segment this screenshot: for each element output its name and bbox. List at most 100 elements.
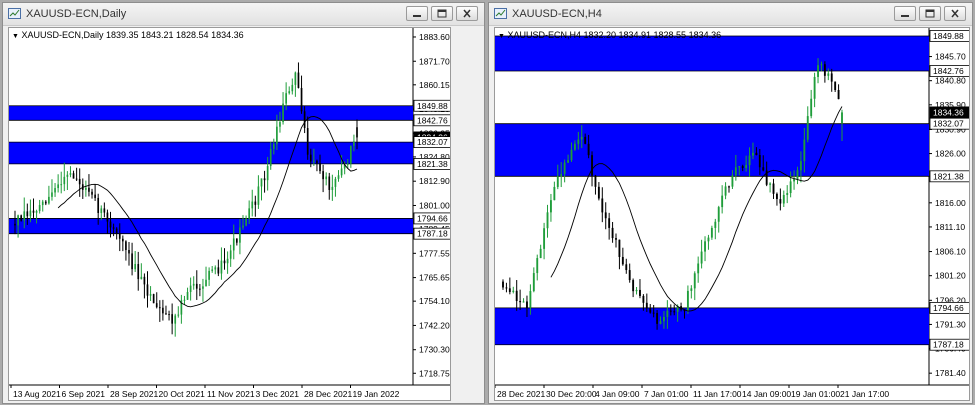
candle-body (563, 162, 566, 174)
candle-body (632, 280, 635, 292)
candle-body (604, 212, 607, 219)
title-bar[interactable]: XAUUSD-ECN,H4 (489, 3, 972, 26)
candle-body (710, 227, 713, 238)
price-label-text: 1794.66 (933, 303, 964, 313)
candle-body (140, 276, 143, 280)
candle-body (254, 201, 257, 205)
minimize-button[interactable] (894, 6, 916, 21)
candle-body (297, 72, 300, 88)
candle-body (66, 174, 69, 177)
candle-body (303, 111, 306, 129)
candle-body (309, 154, 312, 162)
price-chart[interactable]: 1883.601871.701860.151848.251836.351824.… (8, 27, 451, 401)
close-button[interactable] (944, 6, 966, 21)
candle-body (103, 208, 106, 213)
close-button[interactable] (456, 6, 478, 21)
chart-canvas[interactable]: 1883.601871.701860.151848.251836.351824.… (9, 28, 451, 401)
candle-body (112, 227, 115, 229)
supply-demand-zone (495, 35, 929, 72)
time-tick-label: 4 Jan 09:00 (595, 389, 640, 399)
price-chart[interactable]: 1849.881845.701840.801835.901830.901826.… (494, 27, 970, 401)
candle-body (505, 287, 508, 289)
candle-body (334, 178, 337, 187)
time-tick-label: 20 Oct 2021 (159, 389, 206, 399)
candle-body (820, 64, 823, 66)
time-tick-label: 19 Jan 2022 (353, 389, 400, 399)
candle-body (14, 223, 16, 226)
candle-body (834, 81, 837, 90)
title-bar[interactable]: XAUUSD-ECN,Daily (3, 3, 484, 26)
candle-body (29, 210, 32, 217)
candle-body (577, 139, 580, 144)
candle-body (741, 166, 744, 169)
chart-info-text: XAUUSD-ECN,H4 1832.20 1834.91 1828.55 18… (507, 30, 722, 40)
candle-body (174, 315, 177, 324)
candle-body (245, 218, 247, 226)
time-tick-label: 7 Jan 01:00 (644, 389, 689, 399)
price-label-text: 1849.88 (933, 31, 964, 41)
price-tick-label: 1883.60 (419, 32, 450, 42)
maximize-icon (437, 9, 447, 18)
candle-body (502, 281, 504, 288)
chart-canvas[interactable]: 1849.881845.701840.801835.901830.901826.… (495, 28, 970, 401)
candle-body (94, 194, 96, 198)
candle-body (353, 141, 355, 146)
candle-body (72, 173, 75, 179)
candle-body (106, 212, 109, 222)
candle-body (642, 295, 645, 303)
window-title: XAUUSD-ECN,Daily (26, 8, 127, 20)
minimize-button[interactable] (406, 6, 428, 21)
chart-info-label: ▼ XAUUSD-ECN,H4 1832.20 1834.91 1828.55 … (498, 30, 721, 40)
price-tick-label: 1791.30 (935, 319, 966, 329)
candle-body (325, 176, 328, 180)
candle-body (306, 128, 309, 155)
candle-body (656, 313, 659, 324)
candle-body (532, 273, 535, 292)
time-tick-label: 3 Dec 2021 (256, 389, 300, 399)
price-tick-label: 1718.75 (419, 368, 450, 378)
candle-body (724, 186, 727, 196)
maximize-button[interactable] (919, 6, 941, 21)
candle-body (97, 197, 100, 214)
candle-body (659, 321, 662, 324)
candle-body (573, 143, 576, 150)
candle-body (285, 93, 287, 104)
price-label-text: 1832.07 (417, 137, 448, 147)
plot-area (9, 28, 413, 385)
price-tick-label: 1801.00 (419, 200, 450, 210)
candle-body (205, 279, 207, 287)
chart-window-daily[interactable]: XAUUSD-ECN,Daily 1883.60 1871.70 1860.15 18… (2, 2, 485, 404)
candle-body (109, 221, 112, 228)
candle-body (793, 178, 796, 182)
candle-body (762, 167, 765, 171)
time-tick-label: 21 Jan 17:00 (840, 389, 889, 399)
candle-body (319, 163, 321, 172)
maximize-button[interactable] (431, 6, 453, 21)
candle-body (276, 126, 278, 145)
candle-body (202, 286, 204, 289)
candle-body (810, 98, 813, 117)
candle-body (69, 173, 72, 175)
candle-body (75, 178, 78, 180)
price-tick-label: 1730.30 (419, 345, 450, 355)
candle-body (717, 207, 720, 222)
candle-body (580, 136, 583, 140)
price-tick-label: 1826.00 (935, 149, 966, 159)
price-label-text: 1842.76 (417, 115, 448, 125)
candle-body (556, 176, 559, 187)
chart-window-h4[interactable]: XAUUSD-ECN,H4 1849.881845.701840.801835.… (488, 2, 973, 404)
candle-body (549, 200, 552, 213)
candle-body (131, 253, 133, 270)
candle-body (645, 302, 648, 309)
candle-body (211, 269, 214, 271)
candle-body (721, 195, 724, 208)
candle-body (242, 225, 244, 228)
candle-body (628, 270, 631, 281)
candle-body (272, 144, 275, 149)
candle-body (115, 228, 118, 234)
time-tick-label: 28 Dec 2021 (497, 389, 545, 399)
candle-body (539, 248, 542, 259)
candle-body (346, 163, 349, 165)
candle-body (608, 218, 611, 228)
candle (20, 214, 23, 222)
